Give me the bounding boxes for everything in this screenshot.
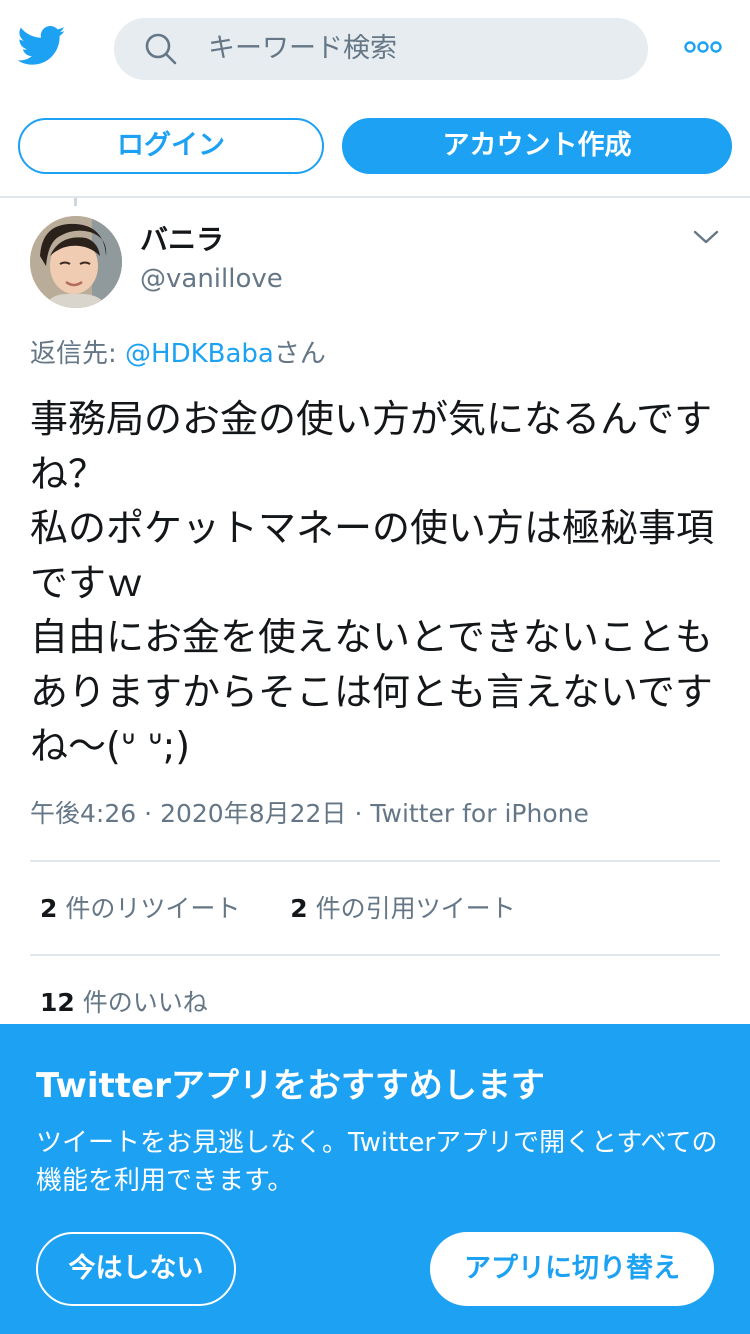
retweets-stat[interactable]: 2 件のリツイート xyxy=(40,894,240,923)
banner-description: ツイートをお見逃しなく。Twitterアプリで開くとすべての機能を利用できます。 xyxy=(36,1128,718,1196)
retweet-count: 2 xyxy=(40,894,58,923)
reply-to-prefix: 返信先: xyxy=(30,339,126,369)
quote-count: 2 xyxy=(290,894,308,923)
more-icon[interactable] xyxy=(684,40,722,54)
tweet-source[interactable]: Twitter for iPhone xyxy=(370,799,588,828)
likes-stat[interactable]: 12 件のいいね xyxy=(40,984,208,1022)
avatar[interactable] xyxy=(30,216,122,308)
user-handle[interactable]: @vanillove xyxy=(140,262,283,296)
tweet-text: 事務局のお金の使い方が気になるんですね？ 私のポケットマネーの使い方は極秘事項で… xyxy=(30,397,715,768)
retweet-label: 件のリツイート xyxy=(57,894,241,923)
quotes-stat[interactable]: 2 件の引用ツイート xyxy=(290,894,515,923)
stats-divider-bottom xyxy=(30,954,720,956)
switch-to-app-button[interactable]: アプリに切り替え xyxy=(430,1232,714,1306)
top-bar: キーワード検索 xyxy=(0,0,750,100)
search-icon xyxy=(145,33,177,65)
meta-separator: · xyxy=(354,799,363,828)
twitter-bird-icon[interactable] xyxy=(18,26,66,66)
like-label: 件のいいね xyxy=(74,988,208,1017)
search-input[interactable]: キーワード検索 xyxy=(208,18,397,80)
reply-mention-link[interactable]: @HDKBaba xyxy=(125,339,274,369)
quote-label: 件の引用ツイート xyxy=(307,894,516,923)
reply-to: 返信先: @HDKBabaさん xyxy=(30,336,326,372)
chevron-down-icon[interactable] xyxy=(690,228,722,248)
search-bar[interactable]: キーワード検索 xyxy=(114,18,648,80)
meta-separator: · xyxy=(144,799,153,828)
like-count: 12 xyxy=(40,988,75,1017)
reply-to-suffix: さん xyxy=(273,339,326,369)
tweet-date[interactable]: 2020年8月22日 xyxy=(160,799,346,828)
login-button[interactable]: ログイン xyxy=(18,118,324,174)
app-promo-banner: Twitterアプリをおすすめします ツイートをお見逃しなく。Twitterアプ… xyxy=(0,1024,750,1334)
banner-title: Twitterアプリをおすすめします xyxy=(36,1066,545,1106)
tweet-time[interactable]: 午後4:26 xyxy=(30,799,136,828)
avatar-image xyxy=(30,216,122,308)
thread-connector xyxy=(74,198,77,206)
header-divider xyxy=(0,196,750,198)
stats-row: 2 件のリツイート 2 件の引用ツイート xyxy=(40,890,516,928)
signup-button[interactable]: アカウント作成 xyxy=(342,118,732,174)
auth-bar: ログイン アカウント作成 xyxy=(0,100,750,196)
not-now-button[interactable]: 今はしない xyxy=(36,1232,236,1306)
tweet-meta: 午後4:26 · 2020年8月22日 · Twitter for iPhone xyxy=(30,796,589,832)
stats-divider-top xyxy=(30,860,720,862)
display-name[interactable]: バニラ xyxy=(140,222,224,258)
